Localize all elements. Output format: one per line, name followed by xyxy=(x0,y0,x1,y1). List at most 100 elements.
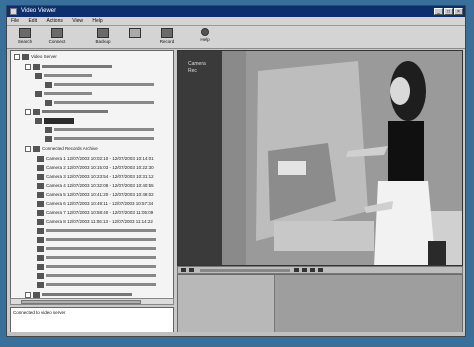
playback-controls xyxy=(177,266,463,274)
camera-item-6[interactable]: Camera 6 12/07/2003 10:49:11 - 12/07/200… xyxy=(37,200,153,207)
video-frame: Camera Rec xyxy=(178,51,462,265)
lower-panel xyxy=(177,274,463,334)
prev-frame-button[interactable] xyxy=(189,268,194,272)
expand-icon xyxy=(25,291,31,298)
folder-icon xyxy=(33,108,40,115)
camera-item[interactable] xyxy=(37,281,156,288)
help-button[interactable]: Help xyxy=(191,27,219,47)
events-list[interactable] xyxy=(178,275,275,333)
tree-item[interactable] xyxy=(35,90,92,97)
tool-icon xyxy=(129,28,141,38)
tree-item[interactable] xyxy=(45,99,154,106)
tree-label xyxy=(42,65,112,69)
video-viewport[interactable]: Camera Rec xyxy=(177,50,463,266)
help-icon xyxy=(201,28,209,36)
tree-item-selected[interactable] xyxy=(35,117,74,124)
camera-icon xyxy=(37,236,44,243)
search-button[interactable]: Search xyxy=(11,27,39,47)
menu-actions[interactable]: Actions xyxy=(42,17,66,25)
menu-file[interactable]: File xyxy=(7,17,23,25)
camera-item-3[interactable]: Camera 3 12/07/2003 10:23:54 - 12/07/200… xyxy=(37,173,154,180)
tree-item[interactable] xyxy=(35,72,92,79)
camera-icon xyxy=(37,281,44,288)
camera-icon xyxy=(37,263,44,270)
camera-item-8[interactable]: Camera 8 12/07/2003 11:06:13 - 12/07/200… xyxy=(37,218,153,225)
camera-icon xyxy=(37,182,44,189)
menu-view[interactable]: View xyxy=(68,17,87,25)
tree-label xyxy=(44,74,92,78)
next-frame-button[interactable] xyxy=(302,268,307,272)
camera-icon xyxy=(37,254,44,261)
menu-edit[interactable]: Edit xyxy=(24,17,41,25)
expand-icon xyxy=(25,108,31,115)
folder-icon xyxy=(33,291,40,298)
log-panel: Connected to video server xyxy=(10,307,174,334)
tree-root[interactable]: Video Server xyxy=(14,53,57,60)
camera-item[interactable] xyxy=(37,245,156,252)
connect-icon xyxy=(51,28,63,38)
app-icon xyxy=(10,8,17,15)
folder-icon xyxy=(33,63,40,70)
log-text: Connected to video server xyxy=(13,310,66,315)
record-button[interactable]: Record xyxy=(153,27,181,47)
tree-label xyxy=(46,247,156,251)
rewind-button[interactable] xyxy=(181,268,186,272)
camera-item[interactable] xyxy=(37,272,156,279)
menu-help[interactable]: Help xyxy=(88,17,106,25)
video-icon xyxy=(45,99,52,106)
play-button[interactable] xyxy=(294,268,299,272)
video-icon xyxy=(35,90,42,97)
maximize-button[interactable]: □ xyxy=(444,8,453,15)
status-bar xyxy=(7,332,465,336)
tree-label xyxy=(54,83,154,87)
tree-folder[interactable] xyxy=(25,291,132,298)
video-icon xyxy=(45,135,52,142)
title-bar: Video Viewer _ □ × xyxy=(7,6,465,17)
camera-item-1[interactable]: Camera 1 12/07/2003 10:02:10 - 12/07/200… xyxy=(37,155,154,162)
tool-button[interactable] xyxy=(121,27,149,47)
scrollbar-thumb[interactable] xyxy=(21,300,141,304)
tree-label xyxy=(46,229,156,233)
camera-item[interactable] xyxy=(37,263,156,270)
close-button[interactable]: × xyxy=(454,8,463,15)
video-icon xyxy=(45,81,52,88)
tree-label xyxy=(54,128,154,132)
tree-panel: Video Server Connected Records Archive C… xyxy=(10,50,174,300)
video-overlay-2: Rec xyxy=(188,68,197,74)
expand-icon xyxy=(25,145,31,152)
archive-icon xyxy=(33,145,40,152)
expand-icon xyxy=(14,53,20,60)
stop-button[interactable] xyxy=(318,268,323,272)
camera-icon xyxy=(37,173,44,180)
camera-item[interactable] xyxy=(37,236,156,243)
menu-bar: File Edit Actions View Help xyxy=(7,17,465,26)
camera-item[interactable] xyxy=(37,227,156,234)
camera-icon xyxy=(37,164,44,171)
camera-item[interactable] xyxy=(37,254,156,261)
tree-label xyxy=(44,117,74,124)
connect-button[interactable]: Connect xyxy=(43,27,71,47)
camera-icon xyxy=(37,200,44,207)
tree-archive[interactable]: Connected Records Archive xyxy=(25,145,98,152)
backup-button[interactable]: Backup xyxy=(89,27,117,47)
tree-folder[interactable] xyxy=(25,108,108,115)
camera-item-5[interactable]: Camera 5 12/07/2003 10:41:20 - 12/07/200… xyxy=(37,191,154,198)
tree-scrollbar[interactable] xyxy=(10,298,174,305)
camera-icon xyxy=(37,272,44,279)
tree-label xyxy=(54,137,154,141)
timeline-slider[interactable] xyxy=(200,269,290,272)
fast-forward-button[interactable] xyxy=(310,268,315,272)
tree-label xyxy=(46,238,156,242)
camera-item-4[interactable]: Camera 4 12/07/2003 10:32:08 - 12/07/200… xyxy=(37,182,154,189)
camera-item-7[interactable]: Camera 7 12/07/2003 10:58:40 - 12/07/200… xyxy=(37,209,153,216)
camera-icon xyxy=(37,191,44,198)
tree-item[interactable] xyxy=(45,135,154,142)
tree-item[interactable] xyxy=(45,126,154,133)
tree-item[interactable] xyxy=(45,81,154,88)
minimize-button[interactable]: _ xyxy=(434,8,443,15)
video-icon xyxy=(35,72,42,79)
tree-label xyxy=(54,101,154,105)
tree-folder[interactable] xyxy=(25,63,112,70)
camera-item-2[interactable]: Camera 2 12/07/2003 10:15:03 - 12/07/200… xyxy=(37,164,154,171)
expand-icon xyxy=(25,63,31,70)
